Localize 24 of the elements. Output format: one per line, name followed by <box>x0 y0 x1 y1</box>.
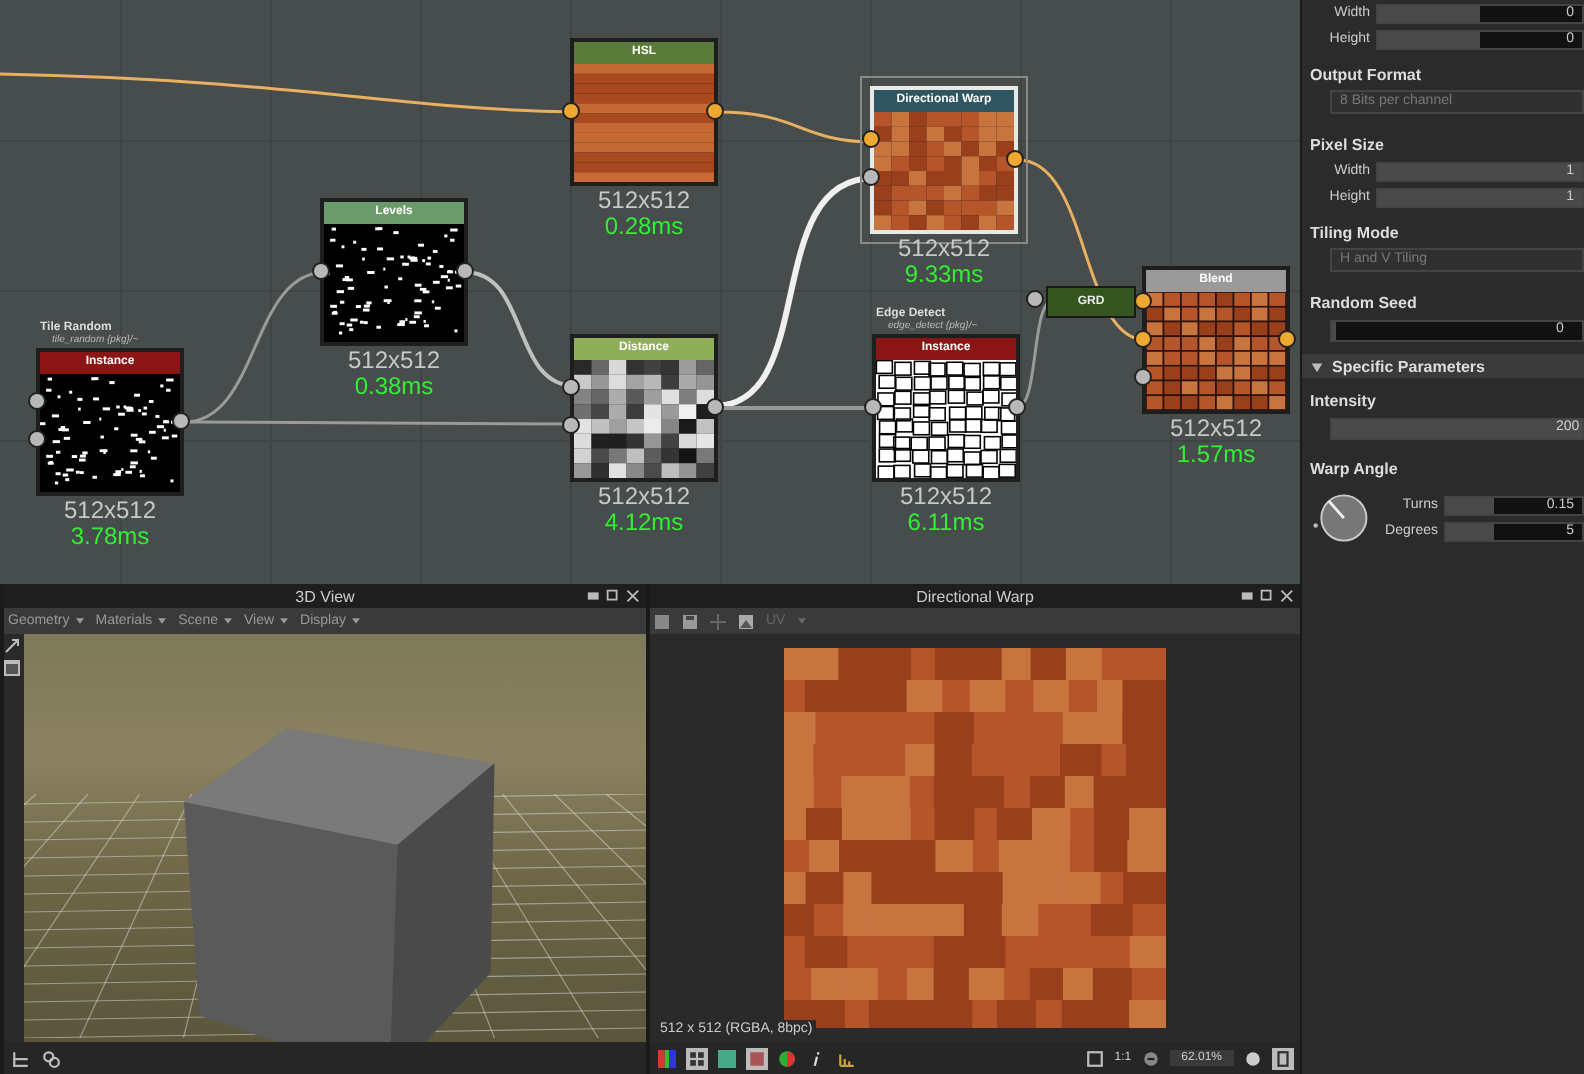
node-time: 1.57ms <box>1174 442 1258 468</box>
parameter-group-title: Intensity <box>1310 390 1378 414</box>
node-time: 6.11ms <box>905 510 987 536</box>
node-time: 9.33ms <box>902 262 986 288</box>
section-header[interactable]: Specific Parameters <box>1302 354 1584 378</box>
parameter-group-title: Random Seed <box>1310 292 1419 316</box>
node-resolution: 512x512 <box>345 348 443 374</box>
panel-title: 3D View <box>295 587 355 605</box>
panel-title: Directional Warp <box>916 587 1034 605</box>
node-resolution: 512x512 <box>61 498 159 524</box>
section-title: Specific Parameters <box>1332 357 1485 375</box>
node-resolution: 512x512 <box>1167 416 1265 442</box>
node-resolution: 512x512 <box>895 236 993 262</box>
parameter-group-title: Tiling Mode <box>1310 222 1401 246</box>
node-resolution: 512x512 <box>595 188 693 214</box>
node-time: 0.28ms <box>602 214 686 240</box>
node-resolution: 512x512 <box>897 484 995 510</box>
parameter-group-title: Pixel Size <box>1310 134 1386 158</box>
parameter-group-title: Output Format <box>1310 64 1424 88</box>
node-time: 4.12ms <box>602 510 686 536</box>
node-time: 0.38ms <box>352 374 436 400</box>
node-time: 3.78ms <box>68 524 152 550</box>
parameter-group-title: Warp Angle <box>1310 458 1400 482</box>
node-resolution: 512x512 <box>595 484 693 510</box>
